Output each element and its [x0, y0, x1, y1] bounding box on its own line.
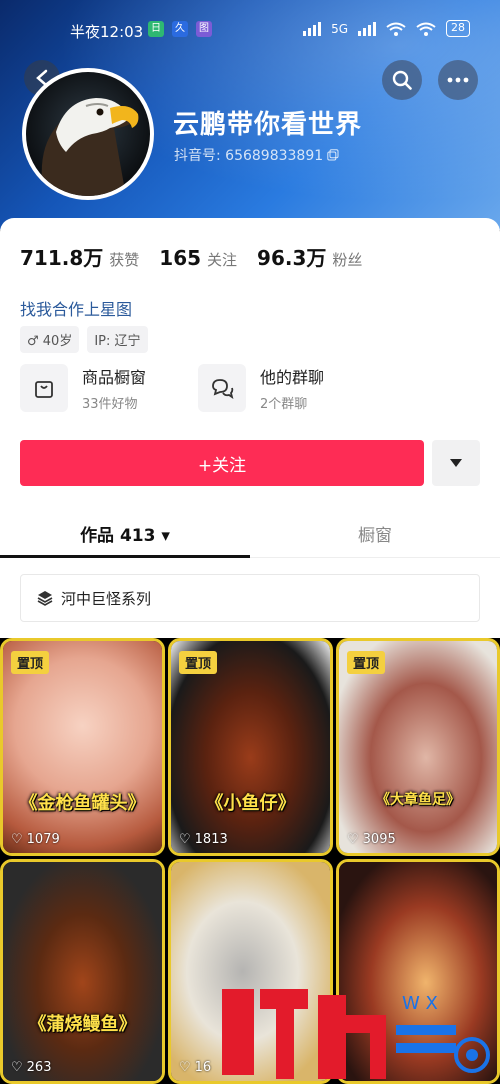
video-tile[interactable]: 《蒲烧鳗鱼》 ♡ 263	[0, 859, 165, 1084]
video-tile[interactable]: 置顶 《大章鱼足》 ♡ 3095	[336, 638, 500, 856]
profile-tags: ♂ 40岁 IP: 辽宁	[20, 326, 148, 353]
video-tile[interactable]: 置顶 《小鱼仔》 ♡ 1813	[168, 638, 333, 856]
stat-following[interactable]: 165 关注	[159, 246, 237, 270]
profile-info-card: 711.8万 获赞 165 关注 96.3万 粉丝 找我合作上星图 ♂ 40岁 IP:…	[0, 218, 500, 638]
follow-button[interactable]: +关注	[20, 440, 424, 486]
watermark-logo: W X	[222, 989, 490, 1079]
entry-title: 商品橱窗	[82, 368, 147, 387]
wifi-icon	[386, 22, 406, 36]
status-right: 5G 28	[303, 20, 470, 37]
video-caption: 《蒲烧鳗鱼》	[28, 1014, 137, 1035]
shop-window-entry[interactable]: 商品橱窗 33件好物	[20, 364, 198, 412]
entry-subtitle: 2个群聊	[260, 397, 308, 412]
partner-link[interactable]: 找我合作上星图	[20, 296, 132, 320]
collection-chip[interactable]: 河中巨怪系列	[20, 574, 480, 622]
network-type: 5G	[331, 21, 348, 36]
profile-entries: 商品橱窗 33件好物 他的群聊 2个群聊	[20, 364, 376, 412]
watermark-text: W X	[402, 993, 438, 1014]
tab-works[interactable]: 作品 413 ▾	[0, 510, 250, 558]
stat-label: 粉丝	[332, 251, 363, 269]
tab-shop-window[interactable]: 橱窗	[250, 510, 500, 557]
stat-followers[interactable]: 96.3万 粉丝	[257, 242, 362, 271]
likes-count: 1079	[26, 832, 60, 847]
battery-indicator: 28	[446, 20, 470, 37]
shop-bag-icon	[35, 381, 53, 398]
signal-icon	[303, 21, 322, 36]
status-app-badges: 日 久 图	[148, 21, 212, 37]
follow-more-button[interactable]	[432, 440, 480, 486]
eagle-avatar-icon	[41, 98, 139, 196]
layers-icon	[37, 591, 53, 606]
more-dots-icon	[447, 77, 469, 83]
likes-count: 263	[26, 1060, 52, 1075]
video-likes: ♡ 1813	[179, 832, 228, 847]
wifi-icon	[416, 22, 436, 36]
heart-icon: ♡	[11, 1060, 23, 1075]
video-thumbnail	[3, 862, 162, 1081]
stat-value: 96.3万	[257, 246, 327, 270]
douyin-id-text: 抖音号: 65689833891	[174, 148, 324, 164]
ip-location-tag: IP: 辽宁	[87, 326, 148, 353]
group-chat-icon	[198, 364, 246, 412]
douyin-id[interactable]: 抖音号: 65689833891	[174, 145, 339, 165]
pinned-badge: 置顶	[179, 651, 218, 674]
heart-icon: ♡	[179, 832, 191, 847]
gender-age-tag: ♂ 40岁	[20, 326, 80, 353]
heart-icon: ♡	[11, 832, 23, 847]
avatar[interactable]	[22, 68, 154, 200]
video-likes: ♡ 16	[179, 1060, 211, 1075]
likes-count: 3095	[362, 832, 396, 847]
app-badge-icon: 日	[148, 21, 164, 37]
stat-label: 关注	[207, 251, 238, 269]
app-badge-icon: 久	[172, 21, 188, 37]
chat-bubbles-icon	[212, 379, 234, 399]
shop-window-icon	[20, 364, 68, 412]
entry-subtitle: 33件好物	[82, 397, 138, 412]
heart-icon: ♡	[179, 1060, 191, 1075]
more-button[interactable]	[438, 60, 478, 100]
video-likes: ♡ 1079	[11, 832, 60, 847]
video-tile[interactable]: 置顶 《金枪鱼罐头》 ♡ 1079	[0, 638, 165, 856]
entry-title: 他的群聊	[260, 368, 325, 387]
content-tabs: 作品 413 ▾ 橱窗	[0, 510, 500, 558]
search-button[interactable]	[382, 60, 422, 100]
signal-icon	[358, 21, 376, 36]
video-caption: 《金枪鱼罐头》	[19, 793, 146, 814]
likes-count: 16	[194, 1060, 212, 1075]
pinned-badge: 置顶	[11, 651, 50, 674]
stat-likes[interactable]: 711.8万 获赞	[20, 242, 139, 271]
app-badge-icon: 图	[196, 21, 212, 37]
stat-value: 165	[159, 246, 202, 270]
status-time: 半夜12:03	[70, 23, 144, 41]
likes-count: 1813	[194, 832, 228, 847]
stat-value: 711.8万	[20, 246, 104, 270]
video-caption: 《大章鱼足》	[376, 792, 460, 808]
video-caption: 《小鱼仔》	[205, 793, 296, 814]
stat-label: 获赞	[109, 251, 140, 269]
collection-label: 河中巨怪系列	[61, 589, 152, 608]
profile-name: 云鹏带你看世界	[173, 110, 363, 140]
video-likes: ♡ 3095	[347, 832, 396, 847]
triangle-down-icon	[450, 459, 462, 467]
profile-stats: 711.8万 获赞 165 关注 96.3万 粉丝	[20, 242, 382, 271]
group-chat-entry[interactable]: 他的群聊 2个群聊	[198, 364, 376, 412]
copy-icon[interactable]	[327, 149, 339, 161]
video-likes: ♡ 263	[11, 1060, 51, 1075]
heart-icon: ♡	[347, 832, 359, 847]
pinned-badge: 置顶	[347, 651, 386, 674]
status-bar: 半夜12:03 日 久 图 5G 28	[0, 0, 500, 60]
search-icon	[392, 70, 412, 90]
